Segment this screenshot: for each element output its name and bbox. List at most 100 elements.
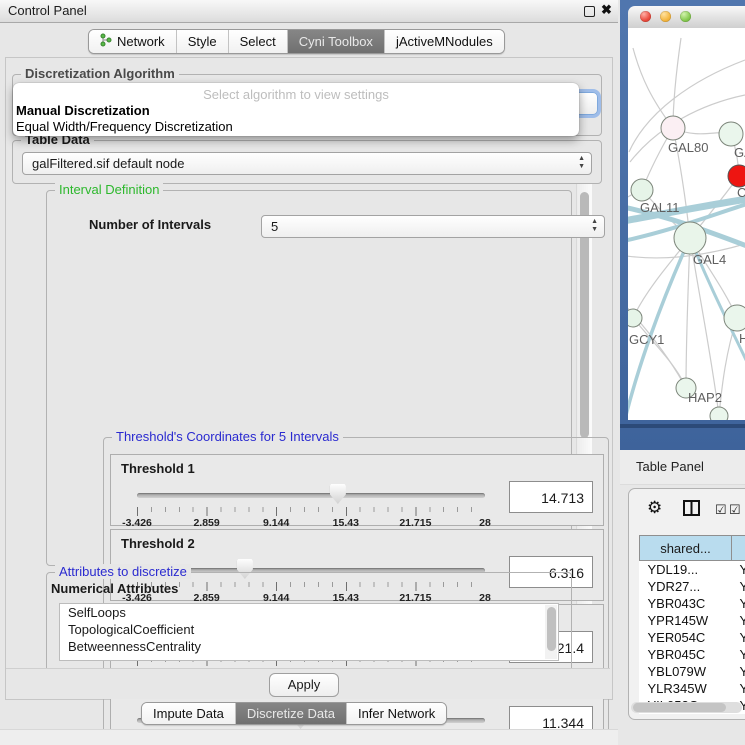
tab-network[interactable]: Network — [89, 30, 177, 53]
tick-label: 9.144 — [263, 517, 289, 529]
threshold-label: Threshold 1 — [121, 461, 195, 476]
list-item[interactable]: BetweennessCentrality — [60, 638, 558, 655]
close-traffic-light[interactable] — [640, 11, 651, 22]
stepper-arrows-icon[interactable]: ▲▼ — [578, 155, 585, 171]
table-row[interactable]: YBL079WYBL0 — [640, 663, 745, 680]
stepper-arrows-icon[interactable]: ▲▼ — [591, 218, 598, 234]
tab-select[interactable]: Select — [229, 30, 288, 53]
minimize-traffic-light[interactable] — [660, 11, 671, 22]
number-of-intervals-combobox[interactable]: 5 ▲▼ — [261, 215, 605, 238]
cell[interactable]: YDR2 — [732, 578, 745, 595]
node-label: GCY1 — [629, 332, 664, 347]
network-view-frame: GAL80 GA C GAL11 GAL4 GCY1 H HAP2 — [620, 0, 745, 450]
table-header-row: shared... na — [640, 536, 745, 561]
gear-icon[interactable]: ⚙ — [647, 498, 662, 518]
cell[interactable]: YBR0 — [732, 595, 745, 612]
cell[interactable]: YBR043C — [640, 595, 732, 612]
cell[interactable]: YLR3 — [732, 680, 745, 697]
table-row[interactable]: YDR27...YDR2 — [640, 578, 745, 595]
cell[interactable]: YBL0 — [732, 663, 745, 680]
cell[interactable]: YPR145W — [640, 612, 732, 629]
tab-infer-network[interactable]: Infer Network — [347, 703, 446, 724]
network-node-h[interactable] — [724, 305, 745, 331]
attributes-listbox[interactable]: SelfLoops TopologicalCoefficient Between… — [59, 603, 559, 661]
cell[interactable]: YBL079W — [640, 663, 732, 680]
tab-cyni-toolbox[interactable]: Cyni Toolbox — [288, 30, 385, 53]
control-panel-titlebar: Control Panel ✖ — [0, 0, 618, 23]
table-row[interactable]: YPR145WYPR1 — [640, 612, 745, 629]
node-attribute-table[interactable]: shared... na YDL19...YDL1 YDR27...YDR2 Y… — [639, 535, 745, 714]
popup-option-manual-discretization[interactable]: Manual Discretization — [16, 103, 150, 118]
slider-thumb[interactable] — [330, 484, 346, 504]
table-row[interactable]: YBR045CYBR0 — [640, 646, 745, 663]
table-row[interactable]: YDL19...YDL1 — [640, 561, 745, 579]
table-row[interactable]: YBR043CYBR0 — [640, 595, 745, 612]
popup-option-equal-width-frequency[interactable]: Equal Width/Frequency Discretization — [16, 119, 233, 134]
tick-label: 21.715 — [399, 517, 431, 529]
cell[interactable]: YDL1 — [732, 561, 745, 579]
tab-label: Impute Data — [153, 706, 224, 721]
network-node-selected[interactable] — [728, 165, 745, 187]
network-node-gal80[interactable] — [661, 116, 685, 140]
cell[interactable]: YPR1 — [732, 612, 745, 629]
node-label: GA — [734, 145, 745, 160]
tab-impute-data[interactable]: Impute Data — [142, 703, 236, 724]
zoom-traffic-light[interactable] — [680, 11, 691, 22]
network-graph: GAL80 GA C GAL11 GAL4 GCY1 H HAP2 — [628, 28, 745, 420]
cell[interactable]: YDR27... — [640, 578, 732, 595]
list-scrollbar[interactable] — [545, 605, 557, 659]
node-label: GAL80 — [668, 140, 708, 155]
table-data-combobox[interactable]: galFiltered.sif default node ▲▼ — [22, 152, 592, 175]
checkbox-icon[interactable]: ☑ — [715, 502, 727, 518]
algorithm-dropdown-popup: Select algorithm to view settings Manual… — [13, 83, 579, 136]
list-item[interactable]: SelfLoops — [60, 604, 558, 621]
cell[interactable]: YBR0 — [732, 646, 745, 663]
network-node-top-right[interactable] — [719, 122, 743, 146]
threshold-1-slider[interactable]: -3.426 2.859 9.144 15.43 21.715 28 — [137, 483, 485, 523]
network-node-gcy1[interactable] — [628, 309, 642, 327]
combobox-value: 5 — [271, 219, 278, 234]
control-panel-tabbar: Network Style Select Cyni Toolbox jActiv… — [88, 29, 505, 54]
group-title: Discretization Algorithm — [21, 66, 179, 81]
cell[interactable]: YDL19... — [640, 561, 732, 579]
network-node-gal11[interactable] — [631, 179, 653, 201]
cell[interactable]: YER0 — [732, 629, 745, 646]
cell[interactable]: YER054C — [640, 629, 732, 646]
scrollbar-thumb[interactable] — [547, 607, 556, 651]
cell[interactable]: YBR045C — [640, 646, 732, 663]
float-window-icon[interactable] — [584, 6, 595, 17]
column-header-name[interactable]: na — [732, 536, 745, 561]
close-icon[interactable]: ✖ — [601, 2, 612, 18]
tick-label: 15.43 — [333, 517, 359, 529]
apply-button[interactable]: Apply — [269, 673, 339, 697]
network-canvas[interactable]: GAL80 GA C GAL11 GAL4 GCY1 H HAP2 — [628, 28, 745, 420]
tab-label: Cyni Toolbox — [299, 34, 373, 49]
cyni-mode-tabbar: Impute Data Discretize Data Infer Networ… — [141, 702, 447, 725]
tab-discretize-data[interactable]: Discretize Data — [236, 703, 347, 724]
node-label: GAL11 — [640, 200, 680, 215]
table-row[interactable]: YER054CYER0 — [640, 629, 745, 646]
tab-jactivemnodules[interactable]: jActiveMNodules — [385, 30, 504, 53]
table-panel-body: ⚙ ☑ ☑ shared... na YDL19...YDL1 YDR27...… — [628, 488, 745, 720]
split-columns-icon[interactable] — [683, 500, 700, 519]
threshold-1-value-field[interactable]: 14.713 — [509, 481, 593, 513]
column-header-shared-name[interactable]: shared... — [640, 536, 732, 561]
network-node-bottom[interactable] — [710, 407, 728, 420]
scrollbar-thumb[interactable] — [633, 703, 726, 712]
checkbox-icon[interactable]: ☑ — [729, 502, 741, 518]
table-horizontal-scrollbar[interactable] — [631, 702, 742, 713]
tab-style[interactable]: Style — [177, 30, 229, 53]
list-item[interactable]: TopologicalCoefficient — [60, 621, 558, 638]
threshold-1-panel: Threshold 1 -3.426 2.859 9.144 15.43 21.… — [110, 454, 604, 526]
cell[interactable]: YLR345W — [640, 680, 732, 697]
node-label: C — [737, 185, 745, 200]
apply-bar: Apply — [6, 668, 610, 699]
application-window: Control Panel ✖ Network Style Select Cyn… — [0, 0, 745, 745]
slider-track[interactable] — [137, 493, 485, 498]
group-title: Attributes to discretize — [55, 564, 191, 579]
network-icon — [100, 33, 112, 50]
network-node-gal4[interactable] — [674, 222, 706, 254]
table-panel-title: Table Panel — [636, 459, 704, 474]
table-row[interactable]: YLR345WYLR3 — [640, 680, 745, 697]
network-window-titlebar[interactable] — [628, 6, 745, 29]
